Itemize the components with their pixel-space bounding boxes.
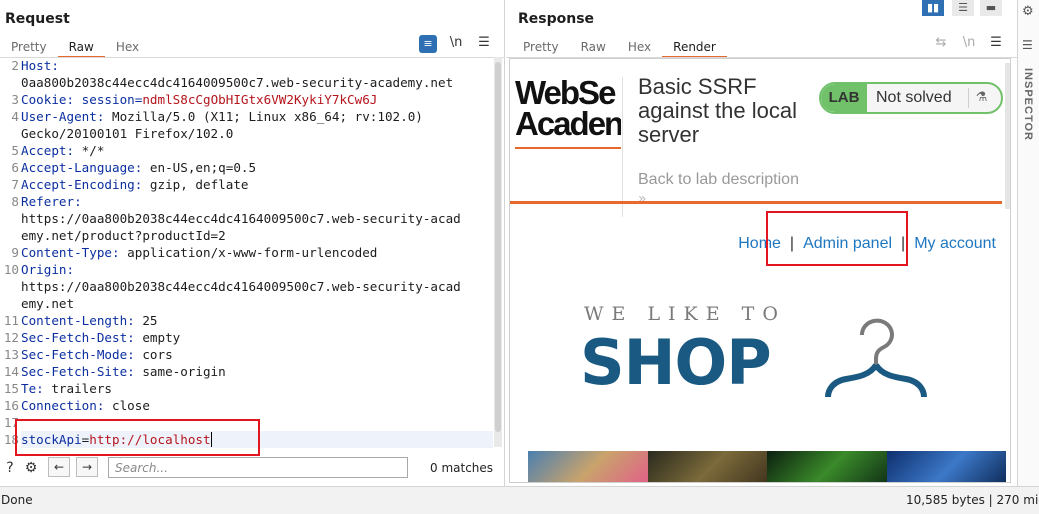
- render-scrollbar[interactable]: [1005, 63, 1010, 209]
- nav-my-account-link[interactable]: My account: [914, 235, 996, 252]
- editor-line: 15 Te: trailers: [3, 381, 112, 396]
- newline-toggle[interactable]: \n: [447, 34, 465, 52]
- highlight-box-body: [15, 419, 260, 456]
- request-tabs: Pretty Raw Hex: [0, 36, 150, 58]
- banner-shop-text: SHOP: [580, 326, 772, 399]
- header-rule: [510, 201, 1002, 204]
- inspector-panel-icon[interactable]: ☰: [1022, 38, 1033, 52]
- editor-scrollbar[interactable]: [494, 57, 502, 447]
- lab-title: Basic SSRF against the local server: [638, 74, 797, 147]
- layout-tabs-icon[interactable]: ▬: [980, 0, 1002, 16]
- highlight-box-admin: [766, 211, 908, 266]
- editor-line: 0aa800b2038c44ecc4dc4164009500c7.web-sec…: [21, 75, 454, 90]
- banner-tagline: WE LIKE TO: [584, 303, 786, 325]
- status-bar: Done 10,585 bytes | 270 millis: [0, 486, 1039, 514]
- product-thumbnail[interactable]: [647, 451, 767, 482]
- gear-icon[interactable]: ⚙: [1022, 4, 1034, 19]
- help-icon[interactable]: ?: [0, 458, 20, 478]
- editor-line: 7 Accept-Encoding: gzip, deflate: [11, 177, 249, 192]
- product-thumbnail[interactable]: [528, 451, 648, 482]
- chevrons-icon: »: [638, 191, 647, 207]
- editor-line: https://0aa800b2038c44ecc4dc4164009500c7…: [21, 279, 461, 294]
- next-match-button[interactable]: →: [76, 457, 98, 477]
- tab-pretty[interactable]: Pretty: [0, 36, 58, 58]
- tab-hex[interactable]: Hex: [617, 36, 662, 58]
- inspector-sidebar[interactable]: ⚙ ☰ INSPECTOR: [1017, 0, 1039, 486]
- editor-line: 12 Sec-Fetch-Dest: empty: [3, 330, 181, 345]
- wrap-lines-icon[interactable]: ≡: [419, 35, 437, 53]
- gear-icon[interactable]: ⚙: [21, 458, 41, 478]
- tab-pretty[interactable]: Pretty: [512, 36, 570, 58]
- response-size: 10,585 bytes | 270 millis: [906, 493, 1039, 507]
- web-security-academy-logo: WebSe Acaden: [515, 77, 621, 142]
- editor-line: emy.net: [21, 296, 75, 311]
- flask-icon: ⚗: [968, 88, 994, 108]
- logo-underline: [515, 147, 621, 149]
- editor-line: Gecko/20100101 Firefox/102.0: [21, 126, 234, 141]
- editor-line: 11 Content-Length: 25: [3, 313, 158, 328]
- editor-line: 13 Sec-Fetch-Mode: cors: [3, 347, 173, 362]
- match-count: 0 matches: [430, 461, 494, 475]
- tab-raw[interactable]: Raw: [570, 36, 617, 58]
- hanger-icon: [825, 318, 927, 398]
- tab-render[interactable]: Render: [662, 36, 727, 58]
- tab-hex[interactable]: Hex: [105, 36, 150, 58]
- editor-line: https://0aa800b2038c44ecc4dc4164009500c7…: [21, 211, 461, 226]
- product-thumbnail[interactable]: [767, 451, 887, 482]
- editor-line: 3 Cookie: session=ndmlS8cCgObHIGtx6VW2Kyk…: [11, 92, 378, 107]
- status-text: Done: [1, 493, 33, 507]
- previous-match-button[interactable]: ←: [48, 457, 70, 477]
- editor-line: 10 Origin:: [3, 262, 75, 277]
- editor-line: emy.net/product?productId=2: [21, 228, 226, 243]
- product-thumbnails: [528, 451, 1006, 482]
- menu-icon[interactable]: ☰: [475, 34, 493, 52]
- lab-state: Not solved: [876, 89, 952, 106]
- product-thumbnail[interactable]: [886, 451, 1006, 482]
- response-tabs: Pretty Raw Hex Render: [512, 36, 727, 58]
- shop-banner: WE LIKE TO SHOP: [580, 303, 940, 399]
- header-divider: [622, 77, 623, 217]
- editor-line: 6 Accept-Language: en-US,en;q=0.5: [11, 160, 257, 175]
- newline-toggle[interactable]: \n: [960, 34, 978, 52]
- tab-raw[interactable]: Raw: [57, 36, 105, 58]
- request-title: Request: [5, 11, 70, 27]
- rendered-page: WebSe Acaden Basic SSRF against the loca…: [509, 58, 1011, 483]
- editor-line: 5 Accept: */*: [11, 143, 105, 158]
- lab-status-widget: LAB Not solved ⚗: [819, 82, 1003, 114]
- lab-badge: LAB: [821, 84, 867, 112]
- inspector-label[interactable]: INSPECTOR: [1022, 68, 1034, 141]
- search-bar: ? ⚙ ← → 0 matches: [0, 454, 505, 482]
- request-editor[interactable]: 2 Host: 0aa800b2038c44ecc4dc4164009500c7.…: [0, 57, 493, 451]
- menu-icon[interactable]: ☰: [987, 34, 1005, 52]
- editor-line: 9 Content-Type: application/x-www-form-ur…: [11, 245, 378, 260]
- search-input[interactable]: [108, 457, 408, 478]
- response-title: Response: [518, 11, 595, 27]
- editor-line: 16 Connection: close: [3, 398, 150, 413]
- editor-line: 14 Sec-Fetch-Site: same-origin: [3, 364, 226, 379]
- back-to-lab-link[interactable]: Back to lab description: [638, 171, 799, 189]
- editor-line: 8 Referer:: [11, 194, 82, 209]
- editor-line: 2 Host:: [11, 58, 59, 73]
- request-pane: Request Pretty Raw Hex ≡ \n ☰ 2 Host: 0aa…: [0, 0, 505, 486]
- response-pane: Response ▮▮ ☰ ▬ Pretty Raw Hex Render ⇆ …: [506, 0, 1017, 486]
- wrap-lines-icon[interactable]: ⇆: [932, 34, 950, 52]
- layout-stacked-icon[interactable]: ☰: [952, 0, 974, 16]
- editor-line: 4 User-Agent: Mozilla/5.0 (X11; Linux x86…: [11, 109, 423, 124]
- layout-side-by-side-icon[interactable]: ▮▮: [922, 0, 944, 16]
- session-cookie-value: ndmlS8cCgObHIGtx6VW2KykiY7kCw6J: [142, 92, 378, 107]
